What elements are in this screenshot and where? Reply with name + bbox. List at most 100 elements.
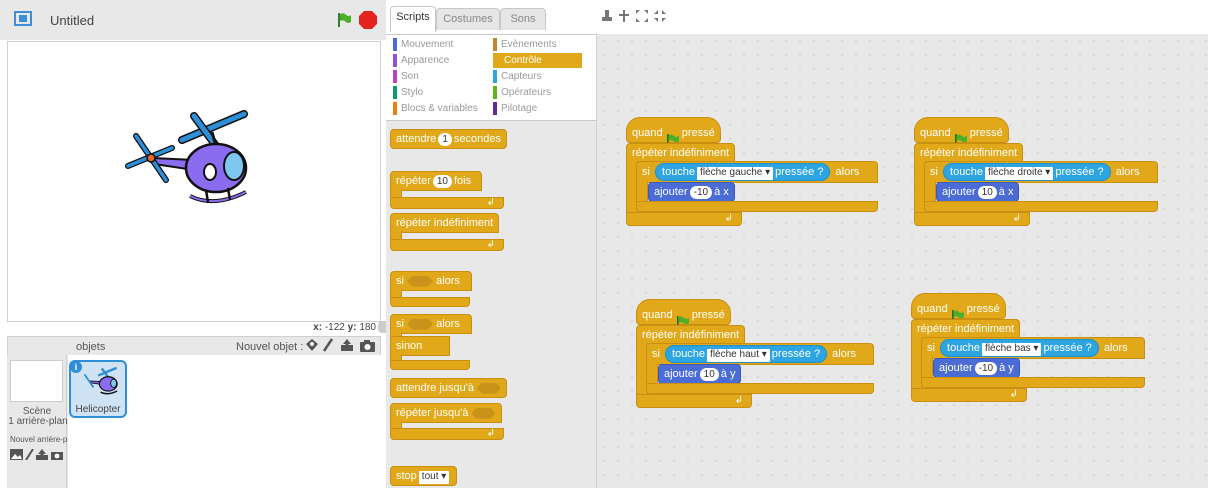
script2-forever-block[interactable]: répéter indéfiniment — [914, 143, 1024, 163]
shrink-icon[interactable] — [654, 10, 666, 22]
tab-costumes[interactable]: Costumes — [436, 8, 500, 30]
paint-backdrop-icon[interactable] — [25, 448, 34, 461]
script2-change-value[interactable]: 10 — [977, 186, 997, 199]
script1-change-x-block[interactable]: ajouter -10 à x — [648, 182, 735, 202]
repeat-count-input[interactable]: 10 — [432, 175, 452, 188]
condition-slot-icon[interactable] — [407, 275, 434, 287]
script1-pressed-label: pressée ? — [775, 166, 824, 178]
script3-when-flag-hat[interactable]: quand pressé — [636, 299, 731, 328]
category-operators-label: Opérateurs — [501, 87, 552, 98]
condition-slot-icon[interactable] — [477, 382, 501, 394]
script1-axis: x — [723, 186, 729, 198]
category-pen[interactable]: Stylo — [393, 85, 479, 100]
if-label: si — [396, 275, 404, 287]
choose-sprite-from-library-icon[interactable] — [305, 338, 319, 352]
script2-key-pressed-sensor[interactable]: touche flèche droite ▾ pressée ? — [943, 163, 1111, 181]
script-area[interactable] — [596, 34, 1208, 488]
camera-backdrop-icon[interactable] — [51, 450, 63, 460]
script3-key-value: flèche haut — [710, 349, 759, 360]
script3-touch-label: touche — [672, 348, 706, 360]
y-value: 180 — [359, 322, 376, 333]
palette-repeat-bottom: ↲ — [390, 197, 504, 209]
category-more[interactable]: Pilotage — [493, 101, 579, 116]
y-label: y: — [347, 322, 357, 333]
condition-slot-icon[interactable] — [471, 407, 496, 419]
palette-if-block[interactable]: si alors — [390, 271, 472, 291]
script4-key-pressed-sensor[interactable]: touche flèche bas ▾ pressée ? — [940, 339, 1099, 357]
palette-repeat-until-block[interactable]: répéter jusqu'à — [390, 403, 502, 423]
tab-sounds[interactable]: Sons — [500, 8, 546, 30]
category-control[interactable]: Contrôle — [493, 53, 582, 68]
category-sensing-label: Capteurs — [501, 71, 542, 82]
palette-wait-block[interactable]: attendre 1 secondes — [390, 129, 508, 149]
tab-scripts[interactable]: Scripts — [390, 6, 436, 32]
script3-forever-block[interactable]: répéter indéfiniment — [636, 325, 746, 345]
script4-when-flag-hat[interactable]: quand pressé — [911, 293, 1006, 322]
stage-canvas[interactable] — [7, 41, 381, 322]
stop-icon[interactable] — [359, 11, 377, 29]
script4-forever-block[interactable]: répéter indéfiniment — [911, 319, 1021, 339]
palette-wait-until-block[interactable]: attendre jusqu'à — [390, 378, 507, 398]
choose-backdrop-icon[interactable] — [10, 449, 23, 460]
script3-key-pressed-sensor[interactable]: touche flèche haut ▾ pressée ? — [665, 345, 828, 363]
script1-key-pressed-sensor[interactable]: touche flèche gauche ▾ pressée ? — [655, 163, 831, 181]
category-looks[interactable]: Apparence — [393, 53, 479, 68]
script3-then-label: alors — [832, 348, 857, 360]
palette-forever-block[interactable]: répéter indéfiniment — [390, 213, 500, 233]
category-events[interactable]: Evènements — [493, 37, 579, 52]
sprite-tile-helicopter[interactable]: i Helicopter — [69, 360, 127, 418]
script4-change-value[interactable]: -10 — [974, 362, 998, 375]
upload-backdrop-icon[interactable] — [36, 449, 48, 460]
script4-clicked-label: pressé — [966, 303, 1000, 315]
mouse-coordinates: x: -122 y: 180 — [300, 322, 376, 336]
script4-key-dropdown[interactable]: flèche bas ▾ — [982, 343, 1042, 356]
script3-change-y-block[interactable]: ajouter 10 à y — [658, 364, 742, 384]
paint-new-sprite-icon[interactable] — [322, 338, 334, 352]
script2-key-dropdown[interactable]: flèche droite ▾ — [985, 167, 1054, 180]
category-sound[interactable]: Son — [393, 69, 479, 84]
delete-icon[interactable] — [618, 10, 630, 22]
script1-add-label: ajouter — [654, 186, 688, 198]
palette-repeat-block[interactable]: répéter 10 fois — [390, 171, 482, 191]
script1-if-block[interactable]: si touche flèche gauche ▾ pressée ? alors — [636, 161, 878, 183]
wait-seconds-input[interactable]: 1 — [438, 133, 452, 146]
block-palette: attendre 1 secondes répéter 10 fois ↲ répéte… — [386, 120, 596, 488]
category-control-label: Contrôle — [504, 55, 542, 66]
category-pen-label: Stylo — [401, 87, 424, 98]
upload-sprite-icon[interactable] — [340, 338, 354, 352]
green-flag-icon — [954, 128, 967, 146]
script4-change-y-block[interactable]: ajouter -10 à y — [933, 358, 1020, 378]
script4-if-block[interactable]: si touche flèche bas ▾ pressée ? alors — [921, 337, 1145, 359]
script4-then-label: alors — [1103, 342, 1128, 354]
script2-change-x-block[interactable]: ajouter 10 à x — [936, 182, 1020, 202]
script3-change-value[interactable]: 10 — [699, 368, 719, 381]
script3-if-block[interactable]: si touche flèche haut ▾ pressée ? alors — [646, 343, 874, 365]
script2-when-flag-hat[interactable]: quand pressé — [914, 117, 1009, 146]
then-label: alors — [436, 275, 460, 287]
category-data[interactable]: Blocs & variables — [393, 101, 479, 116]
script2-if-block[interactable]: si touche flèche droite ▾ pressée ? alors — [924, 161, 1158, 183]
script1-when-flag-hat[interactable]: quand pressé — [626, 117, 721, 146]
camera-sprite-icon[interactable] — [360, 340, 375, 352]
palette-if-else-block[interactable]: si alors — [390, 314, 472, 334]
script1-change-value[interactable]: -10 — [689, 186, 713, 199]
collapse-stage-handle[interactable] — [378, 321, 386, 333]
stop-option-dropdown[interactable]: tout ▾ — [418, 471, 450, 484]
script3-key-dropdown[interactable]: flèche haut ▾ — [707, 349, 770, 362]
presentation-mode-icon[interactable] — [14, 11, 32, 26]
project-title[interactable]: Untitled — [50, 13, 94, 28]
category-sensing[interactable]: Capteurs — [493, 69, 579, 84]
green-flag-icon[interactable] — [336, 12, 352, 28]
script2-clicked-label: pressé — [969, 127, 1003, 139]
script1-forever-block[interactable]: répéter indéfiniment — [626, 143, 736, 163]
grow-icon[interactable] — [636, 10, 648, 22]
category-motion[interactable]: Mouvement — [393, 37, 479, 52]
palette-stop-block[interactable]: stop tout ▾ — [390, 466, 458, 486]
category-operators[interactable]: Opérateurs — [493, 85, 579, 100]
forever-label: répéter indéfiniment — [396, 217, 494, 229]
script1-key-dropdown[interactable]: flèche gauche ▾ — [697, 167, 774, 180]
condition-slot-icon[interactable] — [407, 318, 434, 330]
stage-thumbnail[interactable] — [10, 360, 63, 402]
helicopter-sprite[interactable] — [124, 110, 259, 220]
duplicate-icon[interactable] — [601, 10, 613, 22]
